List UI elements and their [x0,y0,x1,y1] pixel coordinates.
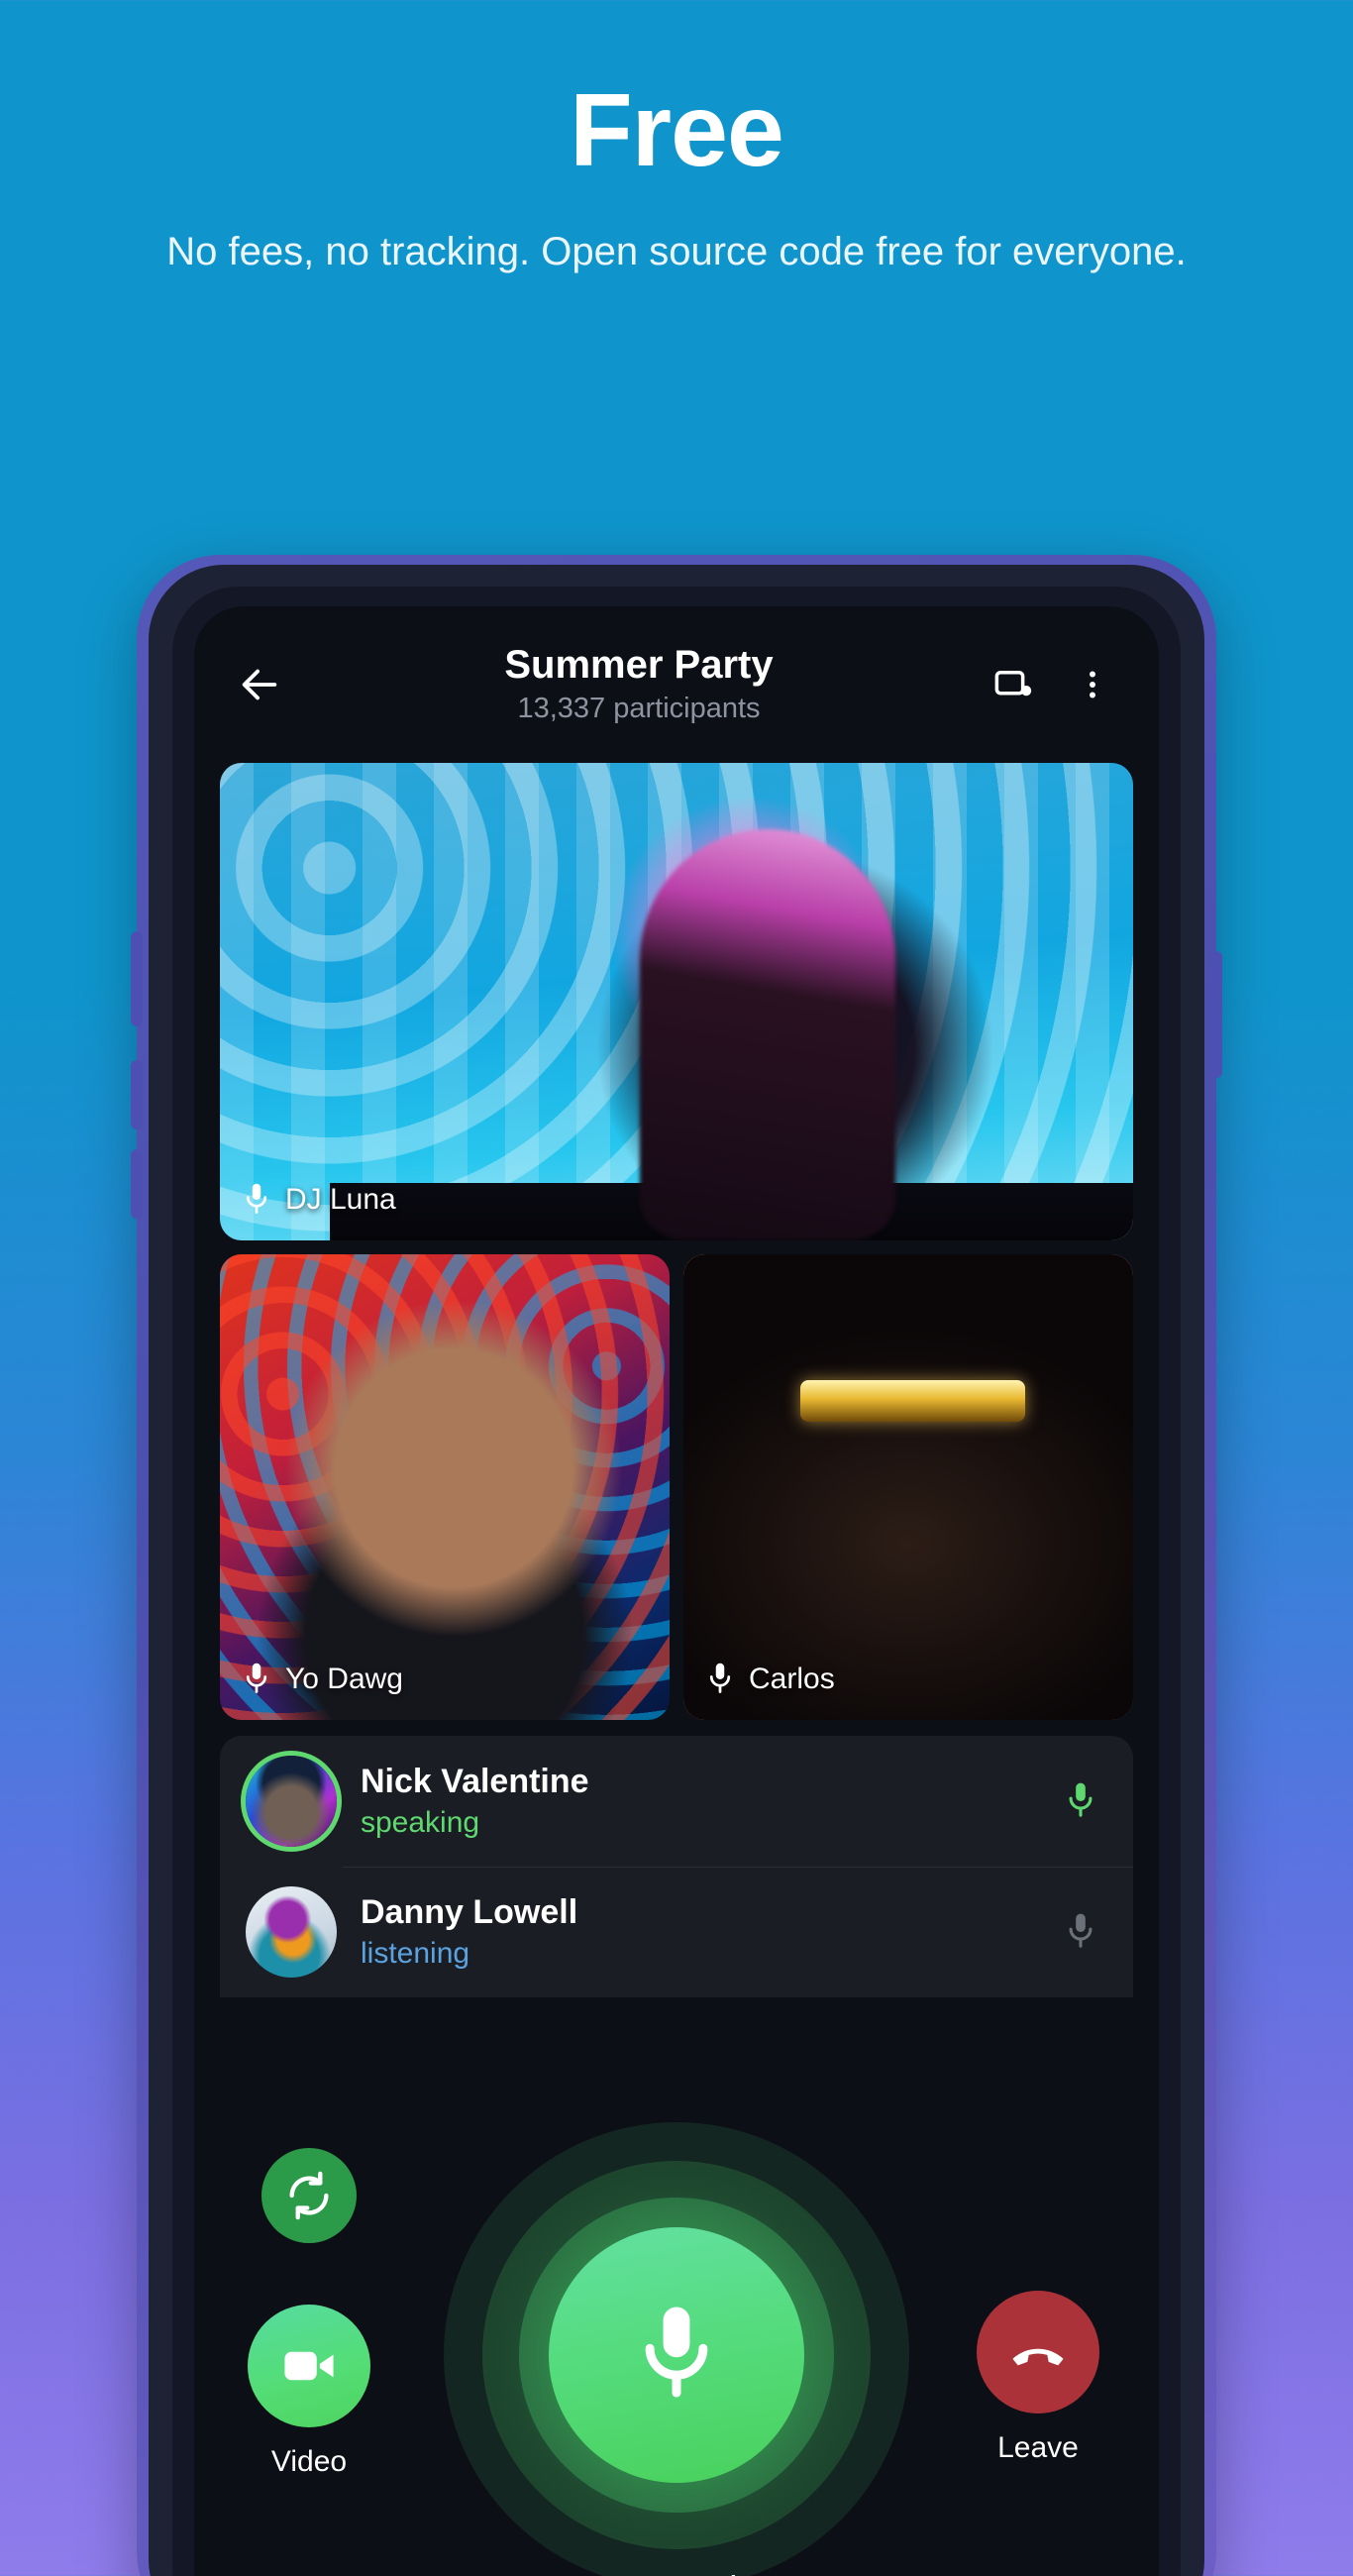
microphone-icon [1069,1782,1093,1817]
video-tile-name: Yo Dawg [285,1663,403,1695]
avatar [246,1756,337,1847]
microphone-icon [709,1663,731,1693]
participant-name: Danny Lowell [361,1892,578,1931]
promo-title: Free [570,73,784,188]
video-feed-image [220,1254,670,1720]
video-feed-image [683,1254,1133,1720]
app-bar: Summer Party 13,337 participants [194,606,1159,763]
participant-mic-button[interactable] [1054,1779,1107,1823]
call-controls: Video Leave [220,2120,1133,2576]
participant-name: Nick Valentine [361,1762,589,1800]
phone-mockup: Summer Party 13,337 participants DJ Luna… [131,555,1222,2576]
participant-info: Nick Valentine speaking [361,1762,1030,1842]
video-control[interactable]: Video [248,2305,370,2479]
list-item[interactable]: Nick Valentine speaking [220,1736,1133,1867]
phone-bezel: Summer Party 13,337 participants DJ Luna… [172,587,1181,2576]
call-title: Summer Party [504,642,774,687]
video-tile-label: Carlos [705,1661,835,1698]
participants-count: 13,337 participants [517,692,761,724]
mic-control[interactable] [444,2122,909,2576]
microphone-muted-icon [1069,1913,1093,1948]
arrow-left-icon [242,669,277,700]
phone-assistant-button [131,1149,143,1219]
microphone-icon [246,1663,267,1693]
participant-mic-button[interactable] [1054,1910,1107,1954]
video-tile-name: Carlos [749,1663,835,1695]
phone-hangup-icon [1012,2348,1064,2366]
phone-screen: Summer Party 13,337 participants DJ Luna… [194,606,1159,2576]
participant-status: listening [361,1937,470,1971]
promo-subtitle: No fees, no tracking. Open source code f… [166,230,1187,274]
leave-button[interactable] [977,2291,1099,2414]
screen-share-button[interactable] [981,652,1046,717]
participant-info: Danny Lowell listening [361,1892,1030,1973]
leave-control-label: Leave [997,2431,1079,2464]
microphone-icon [246,1183,267,1214]
video-tile-dj-luna[interactable]: DJ Luna [220,763,1133,1240]
promo-header: Free No fees, no tracking. Open source c… [0,0,1353,278]
video-tile-label: Yo Dawg [242,1661,403,1698]
video-grid: DJ Luna Yo Dawg Carlos [194,763,1159,1720]
flip-camera-button[interactable] [261,2148,357,2243]
overflow-menu-button[interactable] [1060,652,1125,717]
video-tile-name: DJ Luna [285,1183,396,1216]
participant-status: speaking [361,1806,480,1840]
phone-volume-down-button [131,1060,143,1129]
video-tile-carlos[interactable]: Carlos [683,1254,1133,1720]
app-bar-titles: Summer Party 13,337 participants [297,642,981,728]
video-feed-image [220,763,1133,1240]
app-bar-actions [981,652,1125,717]
screen-share-icon [994,671,1032,697]
video-camera-icon [284,2351,334,2381]
video-tiles-row: Yo Dawg Carlos [220,1254,1133,1720]
video-control-label: Video [270,2445,348,2478]
phone-inner-frame: Summer Party 13,337 participants DJ Luna… [149,565,1204,2576]
participant-list: Nick Valentine speaking Danny Lowell lis… [220,1736,1133,1997]
flip-camera-icon [289,2171,329,2220]
microphone-icon [645,2307,708,2398]
video-tile-yo-dawg[interactable]: Yo Dawg [220,1254,670,1720]
live-status-label: You are Live [578,2568,776,2576]
more-vertical-icon [1090,671,1095,698]
flip-camera-control[interactable] [261,2148,357,2243]
mic-toggle-button[interactable] [549,2227,804,2483]
back-button[interactable] [222,647,297,722]
leave-control[interactable]: Leave [977,2291,1099,2465]
phone-power-button [1210,951,1222,1078]
video-tile-label: DJ Luna [242,1181,396,1219]
list-item[interactable]: Danny Lowell listening [220,1867,1133,1997]
phone-volume-up-button [131,931,143,1026]
video-toggle-button[interactable] [248,2305,370,2427]
avatar [246,1886,337,1978]
